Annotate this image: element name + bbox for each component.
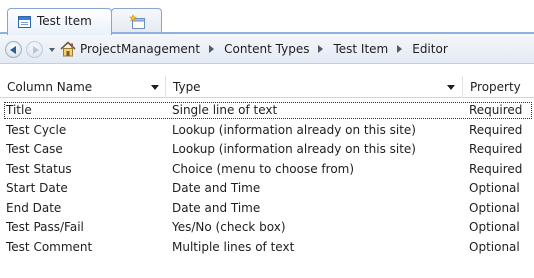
cell-property: Required — [469, 161, 523, 176]
content-type-columns-grid: Column Name Type Property Title Single l… — [0, 64, 534, 278]
column-header-label: Property — [470, 80, 521, 94]
table-row[interactable]: Test Comment Multiple lines of text Opti… — [0, 238, 534, 258]
cell-column-name: Start Date — [6, 181, 68, 195]
column-header-type[interactable]: Type — [165, 76, 462, 98]
breadcrumb-separator-icon[interactable] — [209, 45, 215, 53]
cell-column-name: Title — [6, 103, 32, 117]
site-home-icon[interactable] — [60, 41, 76, 57]
cell-type: Date and Time — [172, 181, 261, 195]
table-row[interactable]: Start Date Date and Time Optional — [0, 179, 534, 199]
breadcrumb-item-content-types[interactable]: Content Types — [222, 42, 311, 56]
cell-property: Optional — [469, 181, 520, 195]
cell-type: Choice (menu to choose from) — [172, 161, 355, 176]
cell-type: Single line of text — [172, 103, 278, 117]
table-row[interactable]: Title Single line of text Required — [0, 101, 534, 121]
breadcrumb-item-projectmanagement[interactable]: ProjectManagement — [78, 42, 202, 56]
column-header-property[interactable]: Property — [462, 76, 534, 98]
cell-property: Required — [469, 122, 523, 137]
forward-button[interactable] — [26, 41, 43, 58]
filter-dropdown-icon[interactable] — [447, 85, 455, 90]
cell-column-name: Test Comment — [6, 239, 93, 254]
grid-header: Column Name Type Property — [0, 76, 534, 98]
cell-property: Required — [469, 103, 523, 117]
cell-type: Lookup (information already on this site… — [172, 122, 416, 137]
cell-column-name: Test Cycle — [6, 122, 67, 137]
cell-property: Optional — [469, 200, 520, 215]
cell-column-name: Test Pass/Fail — [6, 220, 84, 234]
table-row[interactable]: Test Cycle Lookup (information already o… — [0, 121, 534, 141]
grid-rows: Title Single line of text Required Test … — [0, 101, 534, 257]
table-row[interactable]: End Date Date and Time Optional — [0, 199, 534, 219]
cell-column-name: Test Case — [6, 142, 63, 156]
cell-property: Required — [469, 142, 523, 156]
column-header-label: Type — [173, 80, 201, 94]
breadcrumb-navigation-bar: ProjectManagement Content Types Test Ite… — [0, 34, 534, 64]
table-row[interactable]: Test Case Lookup (information already on… — [0, 140, 534, 160]
tab-test-item[interactable]: Test Item — [7, 8, 112, 35]
breadcrumb-item-editor[interactable]: Editor — [410, 42, 450, 56]
new-tab-icon — [129, 14, 145, 29]
cell-type: Lookup (information already on this site… — [172, 142, 416, 156]
breadcrumb-item-test-item[interactable]: Test Item — [331, 42, 390, 56]
cell-type: Yes/No (check box) — [172, 220, 286, 234]
cell-property: Optional — [469, 220, 520, 234]
history-dropdown-icon[interactable] — [49, 48, 55, 52]
column-header-column-name[interactable]: Column Name — [0, 76, 165, 98]
cell-column-name: End Date — [6, 200, 62, 215]
list-form-icon — [18, 16, 31, 28]
column-header-label: Column Name — [7, 80, 93, 94]
document-tab-strip: Test Item — [0, 0, 534, 35]
cell-column-name: Test Status — [6, 161, 72, 176]
tab-label: Test Item — [37, 14, 92, 28]
breadcrumb: ProjectManagement Content Types Test Ite… — [78, 42, 450, 56]
breadcrumb-separator-icon[interactable] — [397, 45, 403, 53]
forward-arrow-icon — [33, 46, 39, 54]
cell-type: Date and Time — [172, 200, 261, 215]
filter-dropdown-icon[interactable] — [151, 85, 159, 90]
cell-property: Optional — [469, 239, 520, 254]
back-button[interactable] — [5, 41, 22, 58]
breadcrumb-separator-icon[interactable] — [318, 45, 324, 53]
table-row[interactable]: Test Status Choice (menu to choose from)… — [0, 160, 534, 180]
cell-type: Multiple lines of text — [172, 239, 295, 254]
table-row[interactable]: Test Pass/Fail Yes/No (check box) Option… — [0, 218, 534, 238]
back-arrow-icon — [10, 46, 16, 54]
new-tab-button[interactable] — [111, 8, 162, 34]
